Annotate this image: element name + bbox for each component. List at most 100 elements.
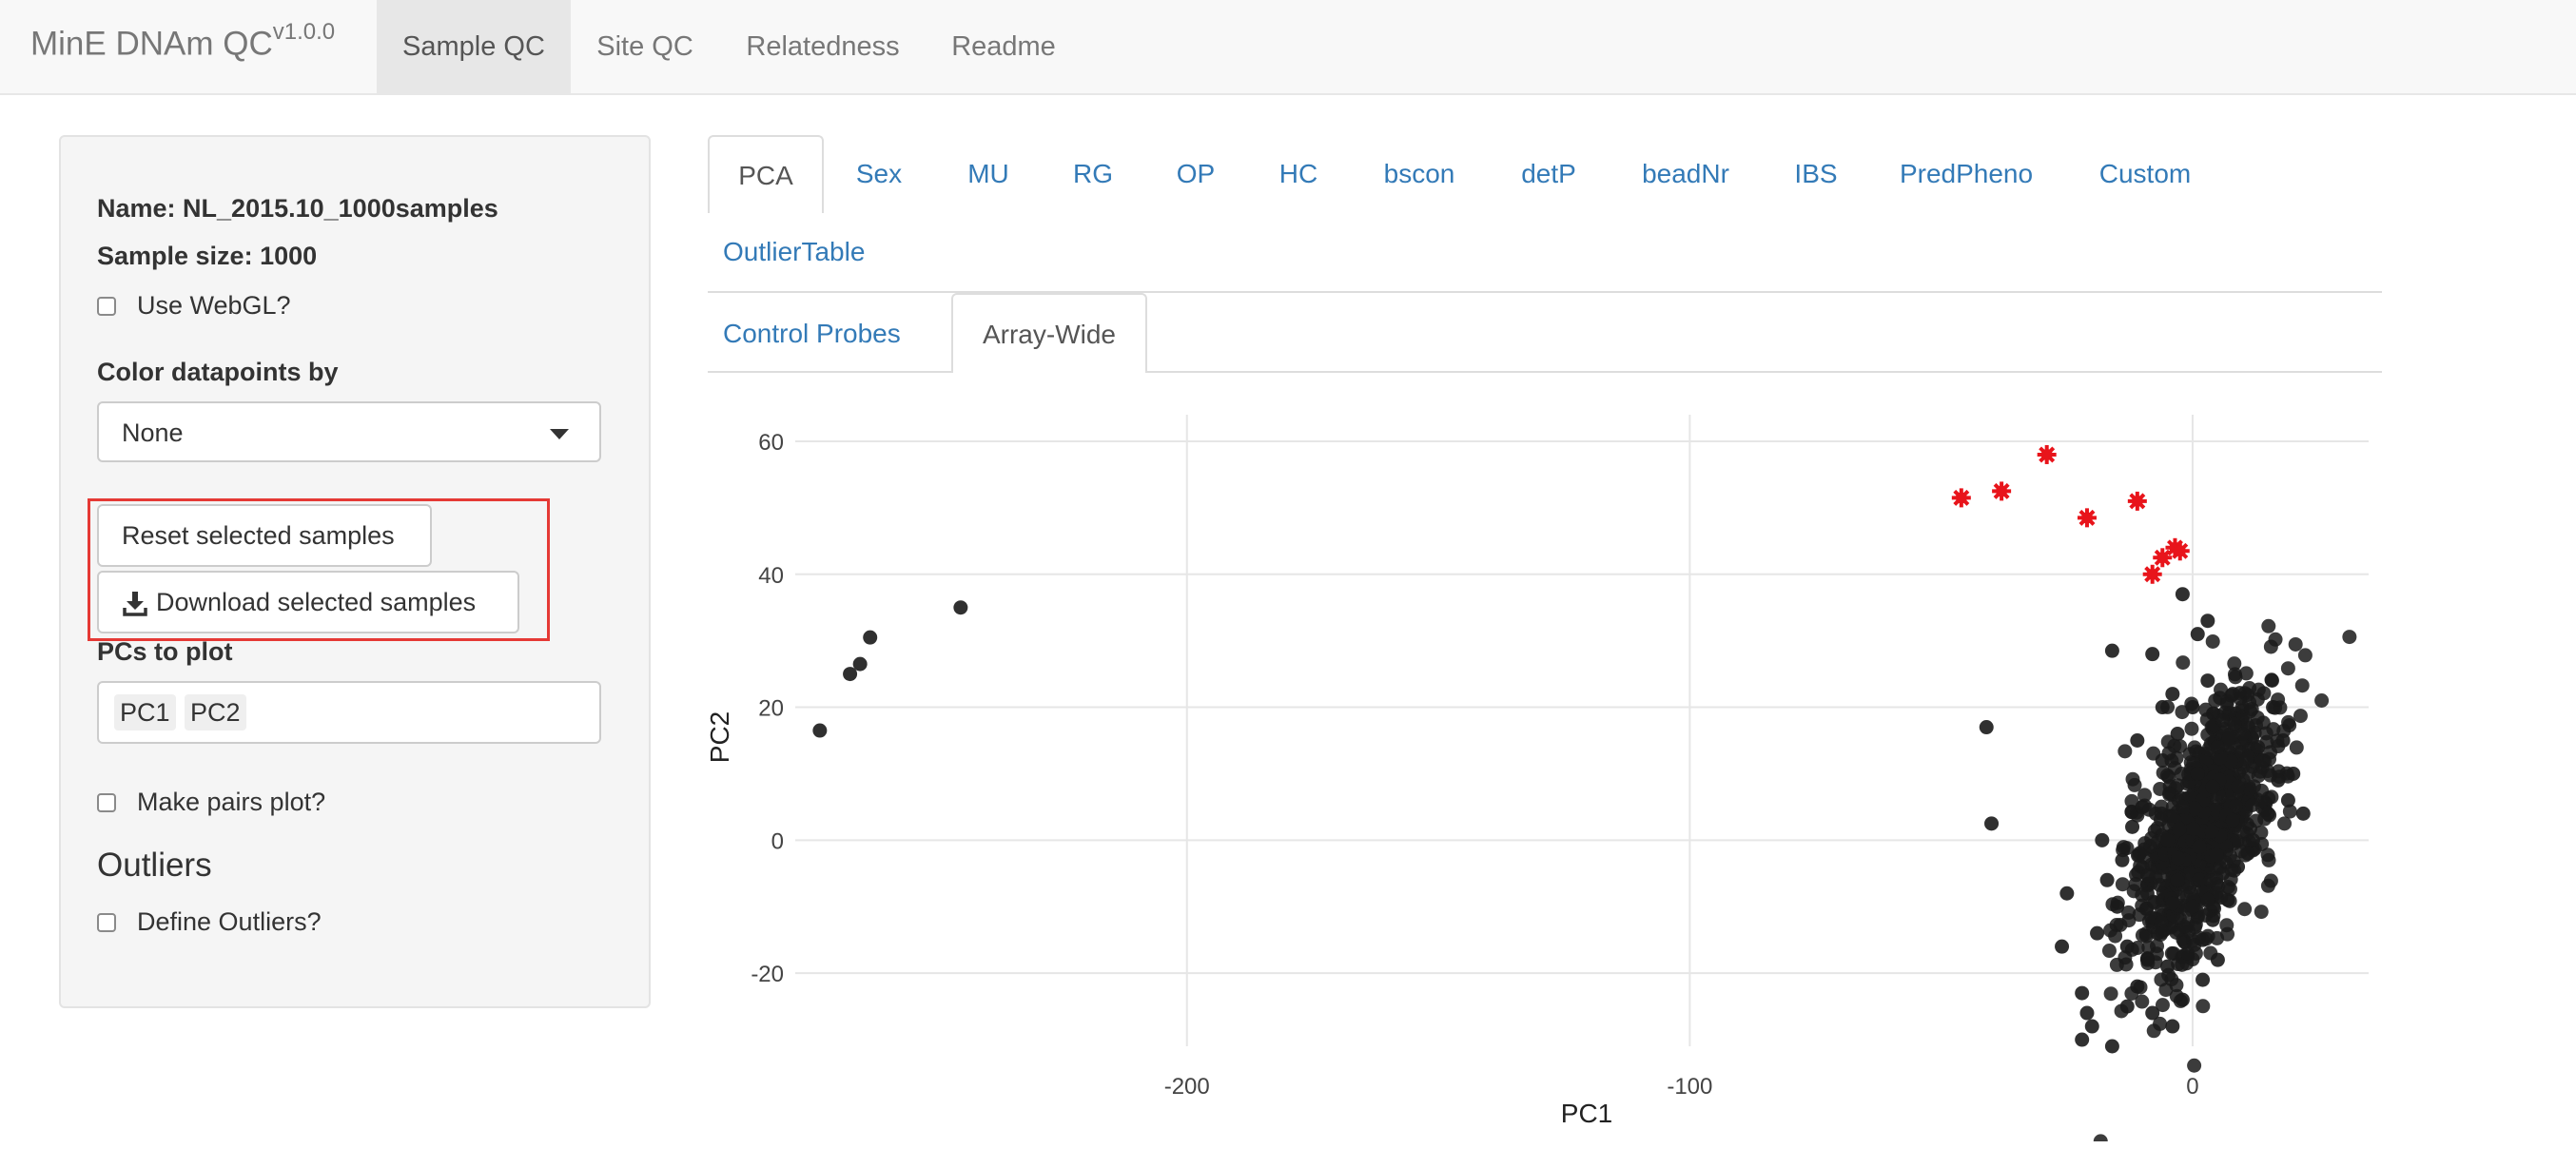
- data-point: [2190, 627, 2205, 642]
- data-point: [2261, 618, 2276, 633]
- data-point: [2119, 999, 2135, 1014]
- app-version: v1.0.0: [272, 19, 336, 45]
- y-tick-label: 20: [758, 696, 784, 722]
- define-outliers-label[interactable]: Define Outliers?: [137, 907, 322, 937]
- data-point: [2209, 847, 2224, 863]
- color-by-value: None: [122, 419, 184, 447]
- subtab-divider-left: [708, 371, 953, 373]
- data-point: [2240, 846, 2255, 861]
- chevron-down-icon: [550, 429, 569, 439]
- data-point: [2342, 630, 2357, 645]
- tab-rg[interactable]: RG: [1056, 135, 1130, 213]
- data-point: [2171, 850, 2186, 866]
- pc-token[interactable]: PC1: [114, 694, 176, 730]
- data-point: [2075, 1032, 2090, 1047]
- tab-mu[interactable]: MU: [951, 135, 1025, 213]
- selected-point: [2037, 444, 2057, 464]
- data-point: [2231, 859, 2246, 874]
- pairs-plot-checkbox[interactable]: [97, 793, 116, 812]
- y-tick-label: -20: [751, 962, 784, 987]
- subtab-array-wide[interactable]: Array-Wide: [951, 293, 1147, 373]
- data-point: [2195, 972, 2211, 987]
- nav-tab-sample-qc[interactable]: Sample QC: [377, 0, 571, 93]
- data-point: [2126, 884, 2141, 899]
- selected-point-core: [1955, 492, 1967, 504]
- nav-tab-readme[interactable]: Readme: [928, 0, 1079, 93]
- tab-sex[interactable]: Sex: [839, 135, 919, 213]
- pc-token[interactable]: PC2: [185, 694, 246, 730]
- data-point: [2200, 673, 2215, 689]
- selected-point-core: [2080, 512, 2093, 524]
- data-point: [2225, 687, 2240, 702]
- webgl-checkbox[interactable]: [97, 297, 116, 316]
- data-point: [2288, 636, 2303, 652]
- download-selected-label: Download selected samples: [156, 588, 477, 616]
- x-tick-label: -200: [1164, 1074, 1210, 1100]
- data-point: [2277, 816, 2293, 831]
- data-point: [2245, 832, 2260, 847]
- tab-predpheno[interactable]: PredPheno: [1893, 135, 2039, 213]
- data-point: [2165, 896, 2180, 911]
- data-point: [2245, 797, 2260, 812]
- tab-ibs[interactable]: IBS: [1785, 135, 1847, 213]
- data-point: [2280, 792, 2295, 808]
- data-point: [2294, 678, 2310, 693]
- data-point: [2125, 819, 2140, 834]
- data-point: [2176, 919, 2192, 934]
- data-point: [2175, 799, 2190, 814]
- data-point: [2099, 872, 2115, 887]
- download-icon: [123, 592, 147, 616]
- tab-pca[interactable]: PCA: [708, 135, 824, 213]
- top-navbar: MinE DNAm QCv1.0.0 Sample QC Site QC Rel…: [0, 0, 2576, 95]
- reset-selected-button[interactable]: Reset selected samples: [97, 504, 432, 567]
- y-tick-label: 0: [771, 828, 784, 854]
- tab-op[interactable]: OP: [1159, 135, 1233, 213]
- tab-hc[interactable]: HC: [1263, 135, 1334, 213]
- webgl-label[interactable]: Use WebGL?: [137, 291, 291, 321]
- nav-tab-site-qc[interactable]: Site QC: [576, 0, 713, 93]
- data-point: [2237, 902, 2253, 917]
- outliers-heading: Outliers: [97, 847, 212, 884]
- pcs-to-plot-input[interactable]: PC1 PC2: [97, 681, 601, 744]
- pca-scatter-plot[interactable]: -200 -100 0-200204060PC1PC2: [704, 399, 2378, 1141]
- data-point: [2155, 752, 2170, 768]
- data-point: [2255, 715, 2271, 730]
- data-point: [2295, 806, 2311, 821]
- tab-beadnr[interactable]: beadNr: [1630, 135, 1741, 213]
- data-point: [2084, 1019, 2099, 1034]
- data-point: [2210, 952, 2225, 967]
- color-by-select[interactable]: None: [97, 401, 601, 462]
- y-tick-label: 60: [758, 430, 784, 456]
- x-tick-label: -100: [1667, 1074, 1712, 1100]
- pairs-plot-label[interactable]: Make pairs plot?: [137, 788, 325, 817]
- data-point: [2059, 886, 2075, 901]
- data-point: [2118, 957, 2134, 972]
- data-point: [2055, 939, 2070, 954]
- selected-point-core: [2146, 568, 2158, 580]
- subtab-control-probes[interactable]: Control Probes: [723, 295, 932, 373]
- tab-bscon[interactable]: bscon: [1372, 135, 1467, 213]
- data-point: [2205, 633, 2220, 649]
- data-point: [2266, 700, 2281, 715]
- define-outliers-checkbox[interactable]: [97, 913, 116, 932]
- download-selected-button[interactable]: Download selected samples: [97, 571, 519, 633]
- tab-detp[interactable]: detP: [1511, 135, 1587, 213]
- data-point: [2280, 661, 2295, 676]
- data-point: [2215, 866, 2231, 881]
- nav-tab-relatedness[interactable]: Relatedness: [732, 0, 913, 93]
- sample-size: Sample size: 1000: [97, 242, 317, 271]
- dataset-name-value: NL_2015.10_1000samples: [183, 194, 498, 223]
- data-point: [2135, 927, 2150, 943]
- data-point: [2263, 873, 2278, 888]
- data-point: [2251, 739, 2266, 754]
- dataset-name: Name: NL_2015.10_1000samples: [97, 194, 498, 224]
- data-point: [2210, 930, 2225, 945]
- data-point: [2203, 873, 2218, 888]
- data-point: [2090, 925, 2105, 941]
- data-point: [2139, 886, 2155, 901]
- data-point: [2228, 670, 2243, 685]
- data-point: [2101, 944, 2117, 959]
- tab-outliertable[interactable]: OutlierTable: [723, 213, 879, 291]
- tab-custom[interactable]: Custom: [2089, 135, 2201, 213]
- app-brand[interactable]: MinE DNAm QCv1.0.0: [30, 19, 335, 64]
